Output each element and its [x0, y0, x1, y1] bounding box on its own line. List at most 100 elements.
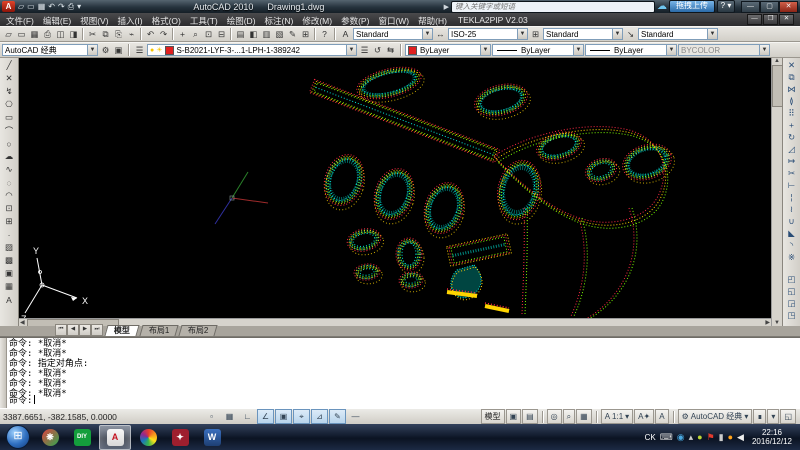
vertical-scrollbar[interactable]: ▲ ▼: [771, 58, 782, 326]
lang-indicator[interactable]: CK: [645, 433, 656, 442]
construction-line-icon[interactable]: ✕: [2, 72, 16, 85]
make-block-icon[interactable]: ⊞: [2, 215, 16, 228]
circle-icon[interactable]: ○: [2, 137, 16, 150]
zoom-window-icon[interactable]: ⊡: [202, 28, 215, 41]
move-icon[interactable]: +: [785, 119, 799, 131]
scroll-left-icon[interactable]: ◀: [19, 319, 26, 326]
lwt-icon[interactable]: —: [347, 409, 364, 424]
workspace-select[interactable]: AutoCAD 经典▼: [2, 44, 98, 56]
polyline-icon[interactable]: ↯: [2, 85, 16, 98]
menu-item[interactable]: 修改(M): [302, 16, 332, 26]
lineweight-select[interactable]: ByLayer▼: [585, 44, 677, 56]
trim-icon[interactable]: ✂: [785, 167, 799, 179]
grid-icon[interactable]: ▦: [221, 409, 238, 424]
menu-item[interactable]: 文件(F): [6, 16, 34, 26]
make-layer-current-icon[interactable]: ☰: [358, 44, 371, 57]
mirror-icon[interactable]: ⋈: [785, 83, 799, 95]
explode-icon[interactable]: ※: [785, 251, 799, 263]
match-properties-icon[interactable]: ⌁: [125, 28, 138, 41]
menu-item[interactable]: 编辑(E): [43, 16, 71, 26]
battery-icon[interactable]: ▮: [719, 432, 724, 442]
menu-item[interactable]: 参数(P): [341, 16, 369, 26]
clean-screen-button[interactable]: ◱: [780, 409, 796, 424]
command-window[interactable]: 命令: *取消*命令: *取消*命令: 指定对角点:命令: *取消*命令: *取…: [0, 337, 800, 408]
rectangle-icon[interactable]: ▭: [2, 111, 16, 124]
quickview-layouts-button[interactable]: ▤: [522, 409, 538, 424]
erase-icon[interactable]: ✕: [785, 59, 799, 71]
ellipse-arc-icon[interactable]: ◠: [2, 189, 16, 202]
vertical-scroll-thumb[interactable]: [772, 65, 783, 107]
taskbar-app-autocad[interactable]: A: [99, 425, 131, 450]
rotate-icon[interactable]: ↻: [785, 131, 799, 143]
doc-restore-button[interactable]: ❐: [763, 14, 778, 25]
ellipse-icon[interactable]: ◌: [2, 176, 16, 189]
taskbar-app-pinwheel-app[interactable]: [133, 426, 163, 449]
flag-alert-icon[interactable]: ⚑: [707, 432, 715, 442]
publish-icon[interactable]: ◨: [67, 28, 80, 41]
keyboard-icon[interactable]: ⌨: [660, 432, 673, 442]
hatch-icon[interactable]: ▨: [2, 241, 16, 254]
new-icon[interactable]: ▱: [2, 28, 15, 41]
menu-item[interactable]: 插入(I): [118, 16, 143, 26]
menu-item[interactable]: 绘图(D): [227, 16, 256, 26]
dim-style-icon[interactable]: ↔: [434, 28, 447, 41]
paste-icon[interactable]: ⎘: [112, 28, 125, 41]
tab-layout2[interactable]: 布局2: [179, 325, 219, 336]
taskbar-app-media-app[interactable]: ❋: [35, 426, 65, 449]
snap-icon[interactable]: ▫: [203, 409, 220, 424]
arc-icon[interactable]: ⌒: [2, 124, 16, 137]
plot-preview-icon[interactable]: ◫: [54, 28, 67, 41]
menu-item[interactable]: 标注(N): [265, 16, 294, 26]
copy-clip-icon[interactable]: ⧉: [99, 28, 112, 41]
extend-icon[interactable]: ⊢: [785, 179, 799, 191]
linetype-select[interactable]: ByLayer▼: [492, 44, 584, 56]
undo-icon[interactable]: ↶: [144, 28, 157, 41]
next-tab-icon[interactable]: ▶: [79, 324, 91, 336]
menu-item[interactable]: 帮助(H): [418, 16, 447, 26]
minimize-button[interactable]: —: [741, 1, 760, 13]
mleader-style-select[interactable]: Standard▼: [638, 28, 718, 40]
region-icon[interactable]: ▣: [2, 267, 16, 280]
close-button[interactable]: ✕: [779, 1, 798, 13]
layer-properties-icon[interactable]: ☰: [133, 44, 146, 57]
table-style-icon[interactable]: ⊞: [529, 28, 542, 41]
annotation-scale-button[interactable]: A 1:1 ▾: [601, 409, 633, 424]
join-icon[interactable]: ∪: [785, 215, 799, 227]
sheet-set-icon[interactable]: ▧: [273, 28, 286, 41]
taskbar-clock[interactable]: 22:16 2016/12/12: [752, 428, 792, 446]
ortho-icon[interactable]: ∟: [239, 409, 256, 424]
quick-calc-icon[interactable]: ⊞: [299, 28, 312, 41]
taskbar-app-red-suite-app[interactable]: ✦: [165, 426, 195, 449]
array-icon[interactable]: ⠿: [785, 107, 799, 119]
break-icon[interactable]: ≀: [785, 203, 799, 215]
chamfer-icon[interactable]: ◣: [785, 227, 799, 239]
last-tab-icon[interactable]: ⏭: [91, 324, 103, 336]
workspace-switch-button[interactable]: ⚙ AutoCAD 经典 ▾: [678, 409, 753, 424]
gradient-icon[interactable]: ▩: [2, 254, 16, 267]
status-menu-button[interactable]: ▾: [767, 409, 779, 424]
ducs-icon[interactable]: ⊿: [311, 409, 328, 424]
search-input[interactable]: [451, 1, 655, 13]
scroll-up-icon[interactable]: ▲: [773, 58, 781, 64]
search-arrow-icon[interactable]: ▶: [444, 3, 449, 11]
help-icon[interactable]: ?: [318, 28, 331, 41]
bring-to-front-icon[interactable]: ◰: [785, 273, 799, 285]
tab-layout1[interactable]: 布局1: [139, 325, 179, 336]
tool-palettes-icon[interactable]: ▥: [260, 28, 273, 41]
polygon-icon[interactable]: ⎔: [2, 98, 16, 111]
open-icon[interactable]: ▭: [15, 28, 28, 41]
drawing-canvas[interactable]: YXZ: [19, 58, 771, 318]
tray-expand-icon[interactable]: ▴: [689, 432, 694, 442]
markup-icon[interactable]: ✎: [286, 28, 299, 41]
workspace-save-icon[interactable]: ▣: [112, 44, 125, 57]
zoom-button[interactable]: ⌕: [563, 409, 575, 424]
send-to-back-icon[interactable]: ◱: [785, 285, 799, 297]
cut-icon[interactable]: ✂: [86, 28, 99, 41]
volume-icon[interactable]: ◀: [737, 432, 744, 442]
save-icon[interactable]: ▦: [28, 28, 41, 41]
table-icon[interactable]: ▦: [2, 280, 16, 293]
layer-previous-icon[interactable]: ↺: [371, 44, 384, 57]
command-window-grip[interactable]: [0, 338, 7, 409]
scale-icon[interactable]: ◿: [785, 143, 799, 155]
menu-item[interactable]: 窗口(W): [378, 16, 409, 26]
